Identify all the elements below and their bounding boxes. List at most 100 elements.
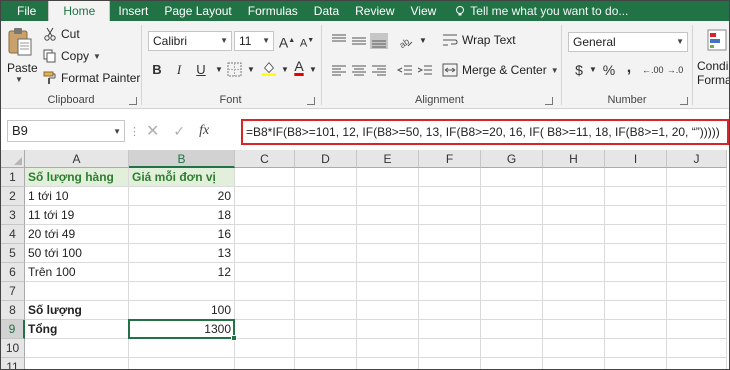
- cell-f1[interactable]: [419, 168, 481, 187]
- cell-h11[interactable]: [543, 358, 605, 369]
- cell-e2[interactable]: [357, 187, 419, 206]
- row-header-7[interactable]: 7: [1, 282, 25, 301]
- cell-j10[interactable]: [667, 339, 727, 358]
- cell-a8[interactable]: Số lượng: [25, 301, 129, 320]
- row-header-4[interactable]: 4: [1, 225, 25, 244]
- cell-j11[interactable]: [667, 358, 727, 369]
- merge-center-dropdown-icon[interactable]: ▼: [551, 66, 559, 75]
- cell-b4[interactable]: 16: [129, 225, 235, 244]
- row-header-8[interactable]: 8: [1, 301, 25, 320]
- fill-handle[interactable]: [231, 335, 237, 341]
- cell-g9[interactable]: [481, 320, 543, 339]
- cell-c9[interactable]: [235, 320, 295, 339]
- format-painter-button[interactable]: Format Painter: [43, 71, 140, 85]
- cell-h8[interactable]: [543, 301, 605, 320]
- cell-f9[interactable]: [419, 320, 481, 339]
- paste-button[interactable]: Paste: [7, 61, 38, 75]
- cell-a2[interactable]: 1 tới 10: [25, 187, 129, 206]
- copy-dropdown-icon[interactable]: ▼: [93, 52, 101, 61]
- column-header-a[interactable]: A: [25, 150, 129, 168]
- cell-i1[interactable]: [605, 168, 667, 187]
- align-top-icon[interactable]: [330, 33, 348, 49]
- orientation-dropdown-icon[interactable]: ▼: [414, 32, 432, 50]
- cell-d7[interactable]: [295, 282, 357, 301]
- cell-d5[interactable]: [295, 244, 357, 263]
- italic-button[interactable]: I: [170, 61, 188, 79]
- cell-b6[interactable]: 12: [129, 263, 235, 282]
- cell-h7[interactable]: [543, 282, 605, 301]
- cell-j8[interactable]: [667, 301, 727, 320]
- cell-f7[interactable]: [419, 282, 481, 301]
- tab-formulas[interactable]: Formulas: [240, 1, 306, 21]
- number-format-dropdown[interactable]: General ▼: [568, 32, 688, 52]
- column-header-d[interactable]: D: [295, 150, 357, 168]
- conditional-formatting-icon[interactable]: [707, 29, 727, 51]
- cell-a4[interactable]: 20 tới 49: [25, 225, 129, 244]
- increase-indent-icon[interactable]: [416, 63, 434, 79]
- insert-function-button[interactable]: fx: [199, 123, 209, 139]
- cell-h6[interactable]: [543, 263, 605, 282]
- tab-file[interactable]: File: [1, 1, 48, 21]
- font-color-dropdown-icon[interactable]: ▼: [304, 61, 322, 79]
- cell-h2[interactable]: [543, 187, 605, 206]
- cell-e4[interactable]: [357, 225, 419, 244]
- align-middle-icon[interactable]: [350, 33, 368, 49]
- cell-f11[interactable]: [419, 358, 481, 369]
- cell-i3[interactable]: [605, 206, 667, 225]
- cell-i8[interactable]: [605, 301, 667, 320]
- cell-j2[interactable]: [667, 187, 727, 206]
- cell-j9[interactable]: [667, 320, 727, 339]
- cell-b7[interactable]: [129, 282, 235, 301]
- cell-a10[interactable]: [25, 339, 129, 358]
- cell-d3[interactable]: [295, 206, 357, 225]
- align-left-icon[interactable]: [330, 63, 348, 79]
- merge-center-button[interactable]: Merge & Center ▼: [442, 63, 559, 77]
- percent-style-button[interactable]: %: [600, 61, 618, 79]
- cell-i2[interactable]: [605, 187, 667, 206]
- name-box[interactable]: B9 ▼: [7, 120, 125, 142]
- cell-e7[interactable]: [357, 282, 419, 301]
- cell-b10[interactable]: [129, 339, 235, 358]
- cell-f3[interactable]: [419, 206, 481, 225]
- cell-j7[interactable]: [667, 282, 727, 301]
- cell-d11[interactable]: [295, 358, 357, 369]
- cell-a5[interactable]: 50 tới 100: [25, 244, 129, 263]
- cell-d8[interactable]: [295, 301, 357, 320]
- tell-me-box[interactable]: Tell me what you want to do...: [454, 1, 628, 21]
- cell-d2[interactable]: [295, 187, 357, 206]
- decrease-font-size-icon[interactable]: A▼: [298, 32, 316, 50]
- cell-d1[interactable]: [295, 168, 357, 187]
- tab-home[interactable]: Home: [48, 1, 111, 21]
- cell-g4[interactable]: [481, 225, 543, 244]
- cell-i11[interactable]: [605, 358, 667, 369]
- cell-d9[interactable]: [295, 320, 357, 339]
- clipboard-launcher-icon[interactable]: [129, 97, 137, 105]
- decrease-indent-icon[interactable]: [396, 63, 414, 79]
- column-header-b[interactable]: B: [129, 150, 235, 168]
- cell-g11[interactable]: [481, 358, 543, 369]
- cell-a7[interactable]: [25, 282, 129, 301]
- conditional-formatting-button[interactable]: Condi Forma: [697, 59, 729, 87]
- cell-i9[interactable]: [605, 320, 667, 339]
- cell-b8[interactable]: 100: [129, 301, 235, 320]
- tab-review[interactable]: Review: [347, 1, 402, 21]
- cell-f10[interactable]: [419, 339, 481, 358]
- column-header-i[interactable]: I: [605, 150, 667, 168]
- copy-button[interactable]: Copy ▼: [43, 49, 101, 63]
- more-options-icon[interactable]: ⋮: [129, 125, 140, 138]
- bold-button[interactable]: B: [148, 61, 166, 79]
- cell-g6[interactable]: [481, 263, 543, 282]
- cell-g7[interactable]: [481, 282, 543, 301]
- tab-data[interactable]: Data: [306, 1, 347, 21]
- cell-i10[interactable]: [605, 339, 667, 358]
- cell-j1[interactable]: [667, 168, 727, 187]
- row-header-1[interactable]: 1: [1, 168, 25, 187]
- cell-b1[interactable]: Giá mỗi đơn vị: [129, 168, 235, 187]
- column-header-f[interactable]: F: [419, 150, 481, 168]
- row-header-9[interactable]: 9: [1, 320, 25, 339]
- row-header-5[interactable]: 5: [1, 244, 25, 263]
- increase-decimal-button[interactable]: ←.00: [642, 61, 664, 79]
- align-bottom-icon[interactable]: [370, 33, 388, 49]
- enter-icon[interactable]: ✓: [173, 123, 185, 140]
- cell-c3[interactable]: [235, 206, 295, 225]
